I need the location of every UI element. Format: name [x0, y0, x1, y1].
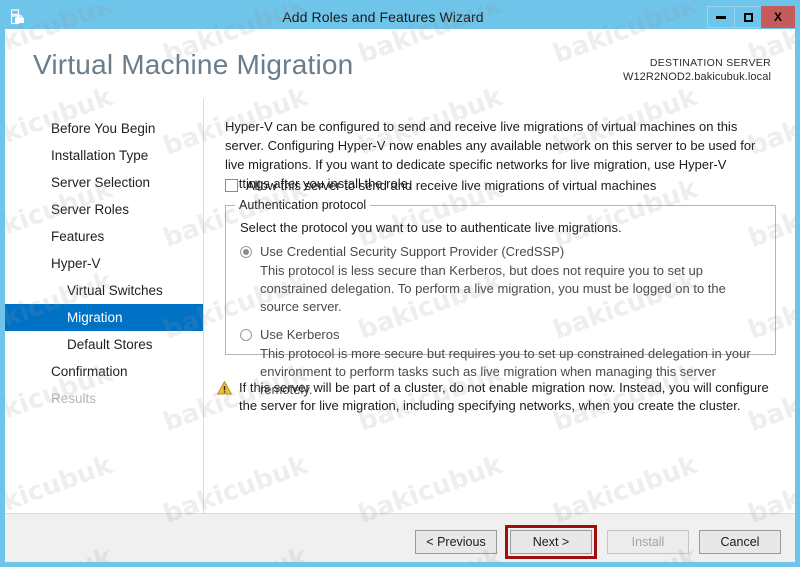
cancel-button[interactable]: Cancel — [699, 530, 781, 554]
sidebar-item-features[interactable]: Features — [5, 223, 203, 250]
sidebar-item-installation-type[interactable]: Installation Type — [5, 142, 203, 169]
window-controls: X — [707, 6, 795, 28]
sidebar-item-hyper-v[interactable]: Hyper-V — [5, 250, 203, 277]
footer-button-row: < Previous Next > Install Cancel — [405, 525, 781, 559]
kerberos-radio[interactable] — [240, 329, 252, 341]
sidebar-item-results: Results — [51, 391, 97, 406]
sidebar-item-virtual-switches[interactable]: Virtual Switches — [5, 277, 203, 304]
page-title: Virtual Machine Migration — [33, 49, 354, 80]
install-button: Install — [607, 530, 689, 554]
credssp-description: This protocol is less secure than Kerber… — [260, 263, 726, 314]
sidebar-item-server-selection[interactable]: Server Selection — [5, 169, 203, 196]
maximize-icon — [743, 12, 753, 22]
next-button[interactable]: Next > — [510, 530, 592, 554]
previous-button[interactable]: < Previous — [415, 530, 497, 554]
kerberos-label: Use Kerberos — [260, 327, 340, 342]
cluster-warning: If this server will be part of a cluster… — [216, 379, 777, 415]
credssp-option-row[interactable]: Use Credential Security Support Provider… — [240, 243, 761, 260]
window-title: Add Roles and Features Wizard — [282, 9, 484, 25]
credssp-radio[interactable] — [240, 246, 252, 258]
destination-server-block: DESTINATION SERVER W12R2NOD2.bakicubuk.l… — [623, 56, 771, 84]
sidebar-item-migration[interactable]: Migration — [5, 304, 203, 331]
destination-server-label: DESTINATION SERVER — [649, 57, 771, 69]
close-button[interactable]: X — [761, 6, 795, 28]
authentication-protocol-group: Authentication protocol Select the proto… — [225, 198, 776, 397]
minimize-icon — [716, 15, 726, 19]
allow-live-migration-row[interactable]: Allow this server to send and receive li… — [225, 178, 656, 193]
wizard-body: Before You Begin Installation Type Serve… — [5, 99, 795, 514]
maximize-button[interactable] — [734, 6, 762, 28]
allow-live-migration-checkbox[interactable] — [225, 179, 238, 192]
server-wizard-icon — [5, 5, 31, 29]
wizard-step-nav: Before You Begin Installation Type Serve… — [5, 99, 204, 514]
allow-live-migration-label: Allow this server to send and receive li… — [246, 178, 657, 193]
cluster-warning-text: If this server will be part of a cluster… — [239, 380, 769, 413]
sidebar-item-before-you-begin[interactable]: Before You Begin — [5, 115, 203, 142]
destination-server-name: W12R2NOD2.bakicubuk.local — [622, 71, 771, 83]
wizard-content: Hyper-V can be configured to send and re… — [205, 99, 795, 514]
title-bar: Add Roles and Features Wizard X — [5, 5, 795, 29]
wizard-footer: < Previous Next > Install Cancel — [5, 513, 795, 562]
authentication-protocol-legend: Authentication protocol — [235, 198, 371, 212]
page-header: Virtual Machine Migration DESTINATION SE… — [5, 29, 795, 99]
next-button-annotation: Next > — [505, 525, 597, 559]
warning-triangle-icon — [216, 380, 233, 400]
sidebar-item-confirmation[interactable]: Confirmation — [5, 358, 203, 385]
kerberos-option-row[interactable]: Use Kerberos — [240, 326, 761, 343]
authentication-protocol-lead: Select the protocol you want to use to a… — [240, 220, 622, 235]
wizard-window: Add Roles and Features Wizard X Virtual … — [0, 0, 800, 567]
minimize-button[interactable] — [707, 6, 735, 28]
credssp-label: Use Credential Security Support Provider… — [260, 244, 565, 259]
sidebar-item-server-roles[interactable]: Server Roles — [5, 196, 203, 223]
sidebar-item-default-stores[interactable]: Default Stores — [5, 331, 203, 358]
